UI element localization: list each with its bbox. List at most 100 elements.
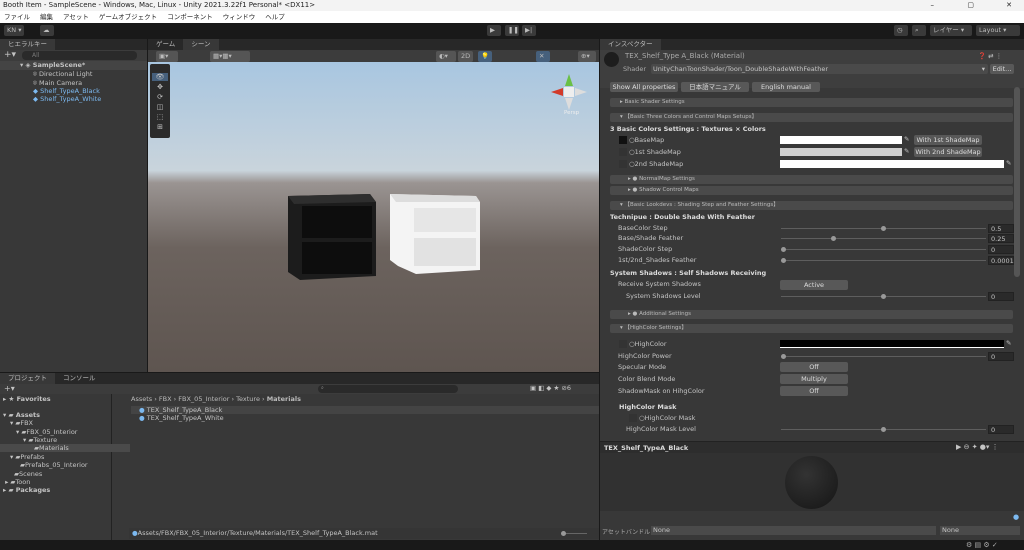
slider-value-field[interactable]: 0.25 [988,234,1014,243]
crumb[interactable]: FBX_05_Interior [178,395,229,403]
menu-assets[interactable]: アセット [63,11,89,23]
draw-mode-button[interactable]: ▣▾ [156,51,178,62]
layout-dropdown[interactable]: Layout ▾ [976,25,1020,36]
additional-settings-foldout[interactable]: ▸ ● Additional Settings [610,310,1013,319]
eyedropper-icon[interactable]: ✎ [904,135,909,143]
shade2-texture-slot[interactable] [619,160,627,168]
japanese-manual-button[interactable]: 日本語マニュアル [681,82,749,92]
hc-power-field[interactable]: 0 [988,352,1014,361]
lookdevs-foldout[interactable]: ▾ 【Basic Lookdevs : Shading Step and Fea… [610,201,1013,210]
add-icon[interactable]: +▾ [4,50,16,60]
scene-gizmo-icon[interactable] [543,66,593,116]
tree-packages[interactable]: ▸ ▰ Packages [3,486,50,494]
persp-label[interactable]: Persp [564,110,579,116]
cloud-icon[interactable]: ☁ [40,25,54,36]
tree-assets[interactable]: ▾ ▰ Assets [3,411,40,419]
move-tool-icon[interactable]: ✥ [152,83,168,91]
hc-mask-level-slider[interactable] [781,427,986,432]
file-item[interactable]: ● TEX_Shelf_TypeA_White [131,414,224,422]
basic-shader-settings-foldout[interactable]: ▸ Basic Shader Settings [610,98,1013,107]
lighting-toggle[interactable]: 💡 [478,51,492,62]
inspector-scrollbar[interactable] [1014,87,1020,277]
show-all-properties-button[interactable]: Show All properties [610,82,678,92]
slider-knob[interactable] [831,236,836,241]
tree-favorites[interactable]: ▸ ★ Favorites [3,395,51,403]
tree-prefabs-interior[interactable]: ▰Prefabs_05_Interior [20,461,88,469]
hc-mask-level-field[interactable]: 0 [988,425,1014,434]
specular-mode-button[interactable]: Off [780,362,848,372]
account-button[interactable]: KN ▾ [4,25,25,36]
tab-hierarchy[interactable]: ヒエラルキー [0,39,55,50]
menu-file[interactable]: ファイル [4,11,30,23]
shading-button[interactable]: ◐▾ [436,51,456,62]
gizmos-dropdown[interactable]: ⊕▾ [578,51,596,62]
step-button[interactable]: ▶| [522,25,536,36]
project-search-input[interactable]: ⌕ [318,385,458,393]
status-icons[interactable]: ⚙ ▤ ⚙ ✓ [966,541,998,549]
tree-texture[interactable]: ▾ ▰Texture [23,436,57,444]
hierarchy-search-input[interactable]: All [22,51,137,60]
slider-value-field[interactable]: 0.5 [988,224,1014,233]
highcolor-texture-slot[interactable] [619,340,627,348]
add-icon[interactable]: +▾ [4,384,15,394]
property-slider[interactable] [781,258,986,263]
transform-tool-icon[interactable]: ⊞ [152,123,168,131]
scene-root[interactable]: ▾ ◈ SampleScene* [0,61,147,70]
crumb-current[interactable]: Materials [267,395,301,403]
play-button[interactable]: ▶ [487,25,501,36]
tree-fbx[interactable]: ▾ ▰FBX [10,419,33,427]
assetbundle-dropdown[interactable]: None [651,526,936,535]
label-tag-icon[interactable]: ● [1013,513,1019,521]
menu-help[interactable]: ヘルプ [265,11,285,23]
hierarchy-item[interactable]: ◆ Shelf_TypeA_Black [33,87,100,95]
with-2nd-shademap-button[interactable]: With 2nd ShadeMap [914,147,982,157]
property-slider[interactable] [781,247,986,252]
tab-console[interactable]: コンソール [55,373,104,384]
scale-tool-icon[interactable]: ◫ [152,103,168,111]
tree-fbx-interior[interactable]: ▾ ▰FBX_05_Interior [16,428,77,436]
tree-scenes[interactable]: ▰Scenes [14,470,42,478]
hierarchy-item[interactable]: ◆ Shelf_TypeA_White [33,95,101,103]
menu-edit[interactable]: 編集 [40,11,53,23]
scene-viewport[interactable]: 👁 ✥ ⟳ ◫ ⬚ ⊞ Persp [148,62,599,372]
basemap-color[interactable] [780,136,902,144]
view-tool-icon[interactable]: 👁 [152,73,168,81]
menu-gameobject[interactable]: ゲームオブジェクト [99,11,157,23]
tab-scene[interactable]: シーン [183,39,219,50]
shadow-level-field[interactable]: 0 [988,292,1014,301]
tab-game[interactable]: ゲーム [148,39,183,50]
menu-window[interactable]: ウィンドウ [223,11,256,23]
shadow-level-slider[interactable] [781,294,986,299]
highcolor-settings-foldout[interactable]: ▾ 【HighColor Settings】 [610,324,1013,333]
file-item[interactable]: ● TEX_Shelf_TypeA_Black [131,406,599,414]
shelf-models[interactable] [286,190,486,285]
close-button[interactable]: ✕ [1006,0,1012,11]
history-icon[interactable]: ◷ [894,25,908,36]
material-preview[interactable] [600,453,1024,511]
color-blend-button[interactable]: Multiply [780,374,848,384]
with-1st-shademap-button[interactable]: With 1st ShadeMap [914,135,982,145]
rect-tool-icon[interactable]: ⬚ [152,113,168,121]
shade2-color[interactable] [780,160,1004,168]
english-manual-button[interactable]: English manual [752,82,820,92]
hc-power-slider[interactable] [781,354,986,359]
normalmap-foldout[interactable]: ▸ ● NormalMap Settings [610,175,1013,184]
eyedropper-icon[interactable]: ✎ [1006,159,1011,167]
tree-toon[interactable]: ▸ ▰Toon [3,478,30,486]
variant-dropdown[interactable]: None [940,526,1020,535]
crumb[interactable]: Assets [131,395,152,403]
material-settings-icons[interactable]: ❓ ⇄ ⋮ [978,52,1002,60]
hc-mask-texture-slot[interactable] [629,414,637,422]
grid-button[interactable]: ▦▾▦▾ [210,51,250,62]
layers-dropdown[interactable]: レイヤー ▾ [930,25,972,36]
shade1-texture-slot[interactable] [619,148,627,156]
crumb[interactable]: FBX [159,395,172,403]
highcolor-color[interactable] [780,340,1004,348]
slider-knob[interactable] [881,226,886,231]
slider-value-field[interactable]: 0 [988,245,1014,254]
shade1-color[interactable] [780,148,902,156]
slider-knob[interactable] [781,247,786,252]
tree-prefabs[interactable]: ▾ ▰Prefabs [10,453,44,461]
eyedropper-icon[interactable]: ✎ [1006,339,1011,347]
preview-controls[interactable]: ▶ ⊖ ✦ ●▾ ⋮ [956,443,999,451]
